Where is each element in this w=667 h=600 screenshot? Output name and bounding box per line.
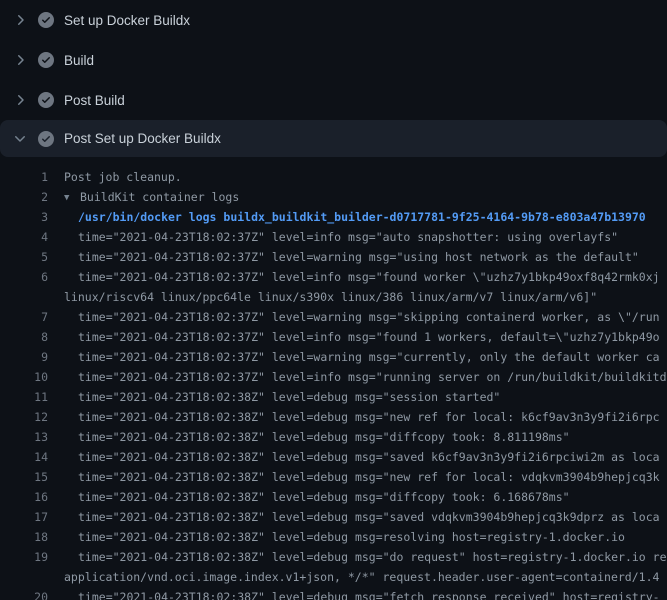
check-circle-icon — [38, 12, 54, 28]
log-line-number[interactable]: 18 — [0, 527, 48, 547]
log-line-number[interactable]: 7 — [0, 307, 48, 327]
log-row: 19 time="2021-04-23T18:02:38Z" level=deb… — [0, 547, 667, 567]
log-line-text: Post job cleanup. — [64, 167, 182, 187]
log-line-text: time="2021-04-23T18:02:38Z" level=debug … — [64, 547, 667, 567]
check-circle-icon — [38, 92, 54, 108]
log-line-text: time="2021-04-23T18:02:37Z" level=warnin… — [64, 307, 660, 327]
check-circle-icon — [38, 131, 54, 147]
log-line-number[interactable]: 19 — [0, 547, 48, 567]
step-header-3[interactable]: Post Set up Docker Buildx — [0, 120, 667, 157]
log-line-number[interactable]: 12 — [0, 407, 48, 427]
check-circle-icon — [38, 52, 54, 68]
log-line-number[interactable]: 10 — [0, 367, 48, 387]
log-line-text: time="2021-04-23T18:02:37Z" level=info m… — [64, 367, 667, 387]
log-row-continuation: linux/riscv64 linux/ppc64le linux/s390x … — [0, 287, 667, 307]
triangle-down-icon: ▼ — [64, 188, 80, 208]
log-line-text: time="2021-04-23T18:02:38Z" level=debug … — [64, 447, 660, 467]
log-line-number[interactable]: 11 — [0, 387, 48, 407]
log-row: 12 time="2021-04-23T18:02:38Z" level=deb… — [0, 407, 667, 427]
log-line-text: time="2021-04-23T18:02:38Z" level=debug … — [64, 407, 660, 427]
log-row: 6 time="2021-04-23T18:02:37Z" level=info… — [0, 267, 667, 287]
log-line-text: time="2021-04-23T18:02:38Z" level=debug … — [64, 507, 660, 527]
log-line-text: time="2021-04-23T18:02:37Z" level=warnin… — [64, 347, 660, 367]
log-line-number[interactable]: 4 — [0, 227, 48, 247]
step-header-0[interactable]: Set up Docker Buildx — [0, 0, 667, 40]
log-row: 18 time="2021-04-23T18:02:38Z" level=deb… — [0, 527, 667, 547]
log-group-toggle[interactable]: 2 ▼BuildKit container logs — [0, 187, 667, 207]
log-line-text: /usr/bin/docker logs buildx_buildkit_bui… — [64, 207, 646, 227]
actions-log-viewer: Set up Docker Buildx Build Post Build Po… — [0, 0, 667, 600]
log-line-text: application/vnd.oci.image.index.v1+json,… — [64, 567, 659, 587]
log-line-number[interactable]: 14 — [0, 447, 48, 467]
step-label: Post Set up Docker Buildx — [64, 131, 221, 146]
log-row: 17 time="2021-04-23T18:02:38Z" level=deb… — [0, 507, 667, 527]
step-header-1[interactable]: Build — [0, 40, 667, 80]
log-line-number[interactable]: 15 — [0, 467, 48, 487]
log-line-number[interactable]: 9 — [0, 347, 48, 367]
log-row: 15 time="2021-04-23T18:02:38Z" level=deb… — [0, 467, 667, 487]
log-line-number[interactable]: 5 — [0, 247, 48, 267]
chevron-right-icon — [12, 12, 28, 28]
step-label: Set up Docker Buildx — [64, 13, 190, 28]
log-area: 1 Post job cleanup. 2 ▼BuildKit containe… — [0, 157, 667, 600]
log-line-number[interactable]: 20 — [0, 587, 48, 600]
log-line-number[interactable]: 1 — [0, 167, 48, 187]
log-line-text: time="2021-04-23T18:02:38Z" level=debug … — [64, 487, 570, 507]
step-label: Post Build — [64, 93, 125, 108]
log-line-text: time="2021-04-23T18:02:37Z" level=warnin… — [64, 247, 639, 267]
log-line-text: time="2021-04-23T18:02:37Z" level=info m… — [64, 327, 660, 347]
log-row: 10 time="2021-04-23T18:02:37Z" level=inf… — [0, 367, 667, 387]
chevron-down-icon — [12, 131, 28, 147]
log-line-number[interactable]: 3 — [0, 207, 48, 227]
log-line-number — [0, 567, 48, 587]
log-line-number[interactable]: 16 — [0, 487, 48, 507]
step-list: Set up Docker Buildx Build Post Build Po… — [0, 0, 667, 157]
log-row: 7 time="2021-04-23T18:02:37Z" level=warn… — [0, 307, 667, 327]
log-line-text: time="2021-04-23T18:02:38Z" level=debug … — [64, 427, 570, 447]
log-line-text: time="2021-04-23T18:02:38Z" level=debug … — [64, 587, 660, 600]
step-header-2[interactable]: Post Build — [0, 80, 667, 120]
log-line-text: time="2021-04-23T18:02:38Z" level=debug … — [64, 467, 660, 487]
log-line-text: ▼BuildKit container logs — [64, 187, 239, 207]
log-line-number[interactable]: 8 — [0, 327, 48, 347]
log-group-label: BuildKit container logs — [80, 190, 239, 204]
chevron-right-icon — [12, 52, 28, 68]
log-row-continuation: application/vnd.oci.image.index.v1+json,… — [0, 567, 667, 587]
log-line-number[interactable]: 13 — [0, 427, 48, 447]
log-line-number[interactable]: 6 — [0, 267, 48, 287]
log-row: 3 /usr/bin/docker logs buildx_buildkit_b… — [0, 207, 667, 227]
log-row: 11 time="2021-04-23T18:02:38Z" level=deb… — [0, 387, 667, 407]
log-line-number — [0, 287, 48, 307]
log-line-text: time="2021-04-23T18:02:38Z" level=debug … — [64, 527, 625, 547]
log-line-number[interactable]: 17 — [0, 507, 48, 527]
log-line-text: linux/riscv64 linux/ppc64le linux/s390x … — [64, 287, 597, 307]
log-line-text: time="2021-04-23T18:02:37Z" level=info m… — [64, 227, 618, 247]
log-row: 13 time="2021-04-23T18:02:38Z" level=deb… — [0, 427, 667, 447]
log-line-text: time="2021-04-23T18:02:37Z" level=info m… — [64, 267, 660, 287]
log-line-number[interactable]: 2 — [0, 187, 48, 207]
log-row: 8 time="2021-04-23T18:02:37Z" level=info… — [0, 327, 667, 347]
log-row: 20 time="2021-04-23T18:02:38Z" level=deb… — [0, 587, 667, 600]
log-row: 5 time="2021-04-23T18:02:37Z" level=warn… — [0, 247, 667, 267]
log-line-text: time="2021-04-23T18:02:38Z" level=debug … — [64, 387, 500, 407]
step-label: Build — [64, 53, 94, 68]
log-row: 16 time="2021-04-23T18:02:38Z" level=deb… — [0, 487, 667, 507]
log-row: 14 time="2021-04-23T18:02:38Z" level=deb… — [0, 447, 667, 467]
log-row: 9 time="2021-04-23T18:02:37Z" level=warn… — [0, 347, 667, 367]
log-row: 4 time="2021-04-23T18:02:37Z" level=info… — [0, 227, 667, 247]
log-row: 1 Post job cleanup. — [0, 167, 667, 187]
chevron-right-icon — [12, 92, 28, 108]
